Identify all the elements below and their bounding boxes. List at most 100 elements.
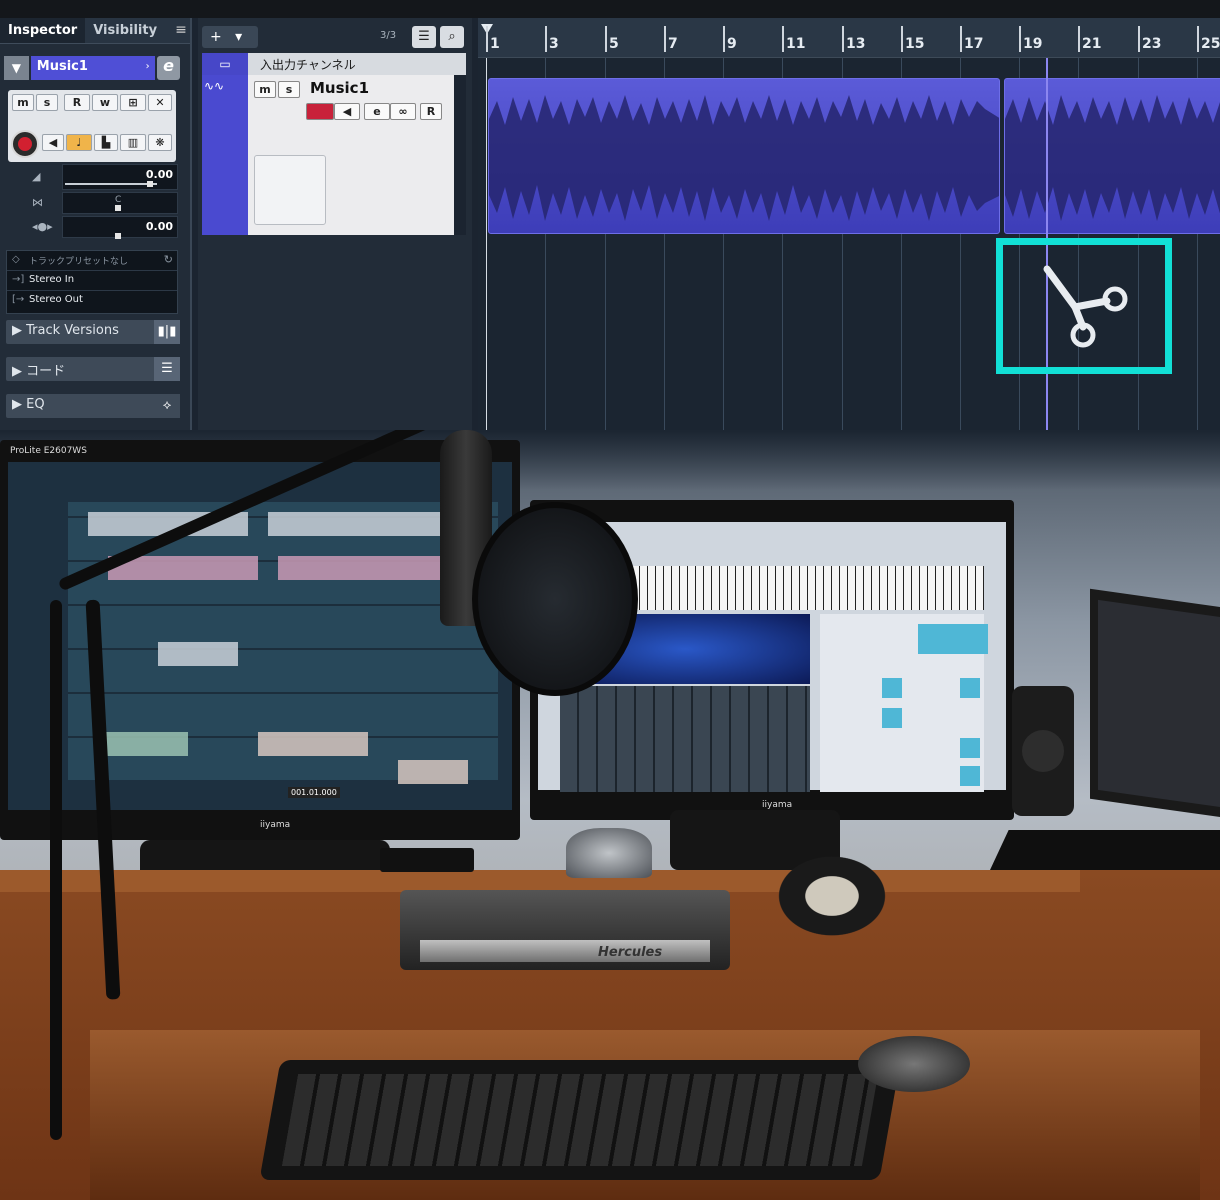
record-enable-button[interactable] bbox=[11, 130, 39, 158]
track-preset-label: トラックプリセットなし bbox=[29, 257, 129, 267]
track-list-menu-icon[interactable]: ☰ bbox=[412, 26, 436, 48]
search-icon[interactable]: ⌕ bbox=[440, 26, 464, 48]
track-versions-icon: ▮|▮ bbox=[154, 320, 180, 344]
pan-fader[interactable]: C bbox=[62, 192, 178, 214]
delay-icon: ◂●▸ bbox=[32, 220, 53, 233]
track-record-button[interactable] bbox=[306, 103, 334, 120]
routing-panel: ◇ トラックプリセットなし ↻ →] Stereo In [→ Stereo O… bbox=[6, 250, 178, 314]
screen-clip bbox=[98, 732, 188, 756]
ruler-label: 23 bbox=[1142, 36, 1162, 52]
tab-visibility[interactable]: Visibility bbox=[85, 18, 165, 43]
ruler-tick bbox=[1019, 26, 1021, 52]
add-label: + bbox=[210, 29, 222, 45]
inspector-track-name[interactable]: Music1 bbox=[30, 56, 146, 80]
track-list-divider[interactable] bbox=[454, 75, 466, 235]
bypass-icon[interactable]: ✕ bbox=[148, 94, 172, 111]
read-automation-button[interactable]: R bbox=[64, 94, 90, 111]
delay-fader[interactable]: 0.00 bbox=[62, 216, 178, 239]
settings-icon[interactable]: ❋ bbox=[148, 134, 172, 151]
inspector-panel: Inspector Visibility ≡ ▼ Music1 › e m s … bbox=[0, 18, 192, 448]
lanes-icon[interactable]: ▥ bbox=[120, 134, 146, 151]
speaker-icon[interactable]: ◀ bbox=[334, 103, 360, 120]
section-eq[interactable]: ▶ EQ ⟡ bbox=[6, 394, 180, 418]
ruler-tick bbox=[1138, 26, 1140, 52]
ruler-tick bbox=[782, 26, 784, 52]
section-label: Track Versions bbox=[26, 323, 119, 338]
chevron-down-icon: ▾ bbox=[235, 29, 243, 45]
volume-track bbox=[65, 183, 157, 185]
inspector-track-header: ▼ Music1 › e bbox=[4, 56, 181, 82]
playhead-line[interactable] bbox=[486, 58, 487, 448]
monitor-model-label: ProLite E2607WS bbox=[10, 446, 87, 456]
mute-button[interactable]: m bbox=[12, 94, 34, 111]
track-controls: m s R w ⊞ ✕ ◀ ♩ ▙ ▥ ❋ bbox=[8, 90, 176, 162]
screen-clip bbox=[158, 642, 238, 666]
edit-icon[interactable]: e bbox=[364, 103, 390, 120]
inspector-tabs: Inspector Visibility ≡ bbox=[0, 18, 190, 44]
ruler-tick bbox=[545, 26, 547, 52]
add-track-button[interactable]: + ▾ bbox=[202, 26, 258, 48]
output-routing-row[interactable]: [→ Stereo Out bbox=[7, 291, 177, 311]
folder-track-name: 入出力チャンネル bbox=[260, 58, 356, 72]
section-label: EQ bbox=[26, 397, 45, 412]
ruler-tick bbox=[1078, 26, 1080, 52]
section-chord[interactable]: ▶ コード ☰ bbox=[6, 357, 180, 381]
pop-filter bbox=[472, 502, 638, 696]
monitor-icon[interactable]: ◀ bbox=[42, 134, 64, 151]
ruler-label: 1 bbox=[490, 36, 500, 52]
freeze-icon[interactable]: ⊞ bbox=[120, 94, 146, 111]
ruler-label: 19 bbox=[1023, 36, 1043, 52]
ruler-tick bbox=[1197, 26, 1199, 52]
input-icon: →] bbox=[12, 274, 25, 285]
audio-track[interactable]: ∿∿ m s Music1 ◀ e ∞ R bbox=[202, 75, 466, 235]
chevron-right-icon[interactable]: › bbox=[145, 56, 156, 80]
section-track-versions[interactable]: ▶ Track Versions ▮|▮ bbox=[6, 320, 180, 344]
screen-arrange bbox=[68, 502, 498, 784]
screen-clip bbox=[258, 732, 368, 756]
screen-clip bbox=[278, 556, 458, 580]
audio-event-left[interactable] bbox=[488, 78, 1000, 234]
input-routing-row[interactable]: →] Stereo In bbox=[7, 271, 177, 291]
tab-inspector[interactable]: Inspector bbox=[0, 18, 86, 43]
lock-icon[interactable]: ▙ bbox=[94, 134, 118, 151]
screen-clip bbox=[268, 512, 468, 536]
volume-fader[interactable]: 0.00 bbox=[62, 164, 178, 190]
headphones bbox=[770, 850, 894, 942]
timebase-icon[interactable]: ♩ bbox=[66, 134, 92, 151]
collapse-toggle[interactable]: ▼ bbox=[4, 56, 29, 80]
refresh-icon[interactable]: ↻ bbox=[164, 253, 173, 266]
synth-pad bbox=[882, 708, 902, 728]
controller-faceplate bbox=[420, 940, 710, 962]
studio-photo: ProLite E2607WS 001.01.000 iiyama iiyama… bbox=[0, 430, 1220, 1200]
write-automation-button[interactable]: w bbox=[92, 94, 118, 111]
audio-event-right[interactable] bbox=[1004, 78, 1220, 234]
ruler-label: 21 bbox=[1082, 36, 1102, 52]
ruler-label: 11 bbox=[786, 36, 806, 52]
usb-hub bbox=[380, 848, 474, 872]
chord-icon: ☰ bbox=[154, 357, 180, 381]
track-read-button[interactable]: R bbox=[420, 103, 442, 120]
timeline-ruler[interactable]: 1 3 5 7 9 11 13 15 17 19 21 23 25 bbox=[478, 18, 1220, 58]
delay-handle[interactable] bbox=[115, 233, 121, 239]
track-picture-slot[interactable] bbox=[254, 155, 326, 225]
cursor-highlight bbox=[996, 238, 1172, 374]
ruler-tick bbox=[901, 26, 903, 52]
desk-edge bbox=[0, 870, 1080, 892]
volume-handle[interactable] bbox=[147, 181, 153, 187]
pan-handle[interactable] bbox=[115, 205, 121, 211]
track-solo-button[interactable]: s bbox=[278, 81, 300, 98]
folder-track[interactable]: ▭ 入出力チャンネル bbox=[202, 53, 466, 75]
hamburger-icon[interactable]: ≡ bbox=[165, 18, 197, 43]
ruler-label: 5 bbox=[609, 36, 619, 52]
monitor-brand: iiyama bbox=[260, 820, 291, 830]
track-list: + ▾ 3/3 ☰ ⌕ ▭ 入出力チャンネル ∿∿ m s Music1 ◀ e… bbox=[198, 18, 472, 448]
link-icon[interactable]: ∞ bbox=[390, 103, 416, 120]
ruler-label: 15 bbox=[905, 36, 925, 52]
track-mute-button[interactable]: m bbox=[254, 81, 276, 98]
solo-button[interactable]: s bbox=[36, 94, 58, 111]
edit-channel-button[interactable]: e bbox=[157, 56, 181, 80]
screen-timecode: 001.01.000 bbox=[288, 787, 340, 798]
synth-panel bbox=[820, 614, 988, 792]
audio-track-name[interactable]: Music1 bbox=[310, 79, 369, 97]
track-preset-row[interactable]: ◇ トラックプリセットなし ↻ bbox=[7, 251, 177, 271]
